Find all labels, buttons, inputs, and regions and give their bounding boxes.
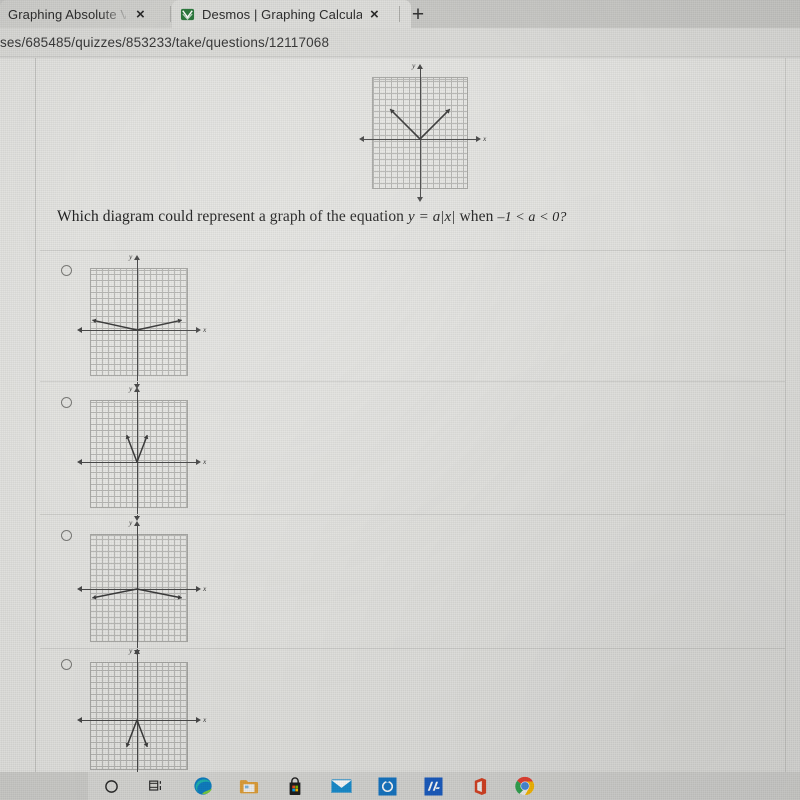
option-divider (40, 514, 785, 515)
close-icon[interactable]: × (136, 7, 145, 22)
file-explorer-icon[interactable] (226, 778, 272, 795)
absolute-value-curve (389, 108, 451, 140)
x-axis-label: x (203, 325, 207, 334)
tab-separator (399, 6, 400, 22)
toolbar-shadow (0, 56, 800, 59)
radio-option-d[interactable] (61, 659, 72, 670)
question-condition: –1 < a < 0? (497, 210, 567, 225)
stimulus-coordinate-graph: xy (359, 61, 486, 202)
stimulus-graph: xy (359, 61, 486, 202)
tab-separator (170, 6, 171, 22)
option-divider (40, 250, 785, 251)
task-view-icon[interactable] (134, 779, 180, 793)
x-axis-label: x (203, 457, 207, 466)
question-middle: when (459, 208, 494, 225)
x-axis-label: x (203, 584, 207, 593)
option-divider (40, 381, 785, 382)
quiz-page: xy Which diagram could represent a graph… (0, 58, 800, 772)
option-a-graph: xy (77, 252, 206, 389)
url-text: ses/685485/quizzes/853233/take/questions… (0, 34, 330, 50)
absolute-value-curve (125, 719, 149, 748)
blue-m-app-icon[interactable] (410, 776, 456, 796)
option-d[interactable]: xy (77, 646, 206, 772)
question-text: Which diagram could represent a graph of… (57, 208, 677, 226)
microsoft-store-icon[interactable] (272, 776, 318, 796)
search-icon[interactable] (88, 779, 134, 794)
question-equation: y = a|x| (408, 209, 456, 225)
new-tab-button[interactable]: + (405, 1, 431, 27)
option-divider (40, 648, 785, 649)
browser-tab-strip: Graphing Absolute Value F × Desmos | Gra… (0, 0, 800, 28)
option-d-graph: xy (77, 646, 206, 772)
browser-tab-title: Graphing Absolute Value F (8, 6, 126, 22)
mail-icon[interactable] (318, 778, 364, 794)
close-icon[interactable]: × (370, 7, 379, 22)
browser-tab-graphing-absolute-value[interactable]: Graphing Absolute Value F × (0, 0, 182, 28)
x-axis-label: x (483, 134, 487, 143)
windows-taskbar (88, 772, 800, 800)
option-a[interactable]: xy (77, 252, 206, 389)
desmos-icon (180, 8, 195, 20)
option-b-graph: xy (77, 384, 206, 521)
screen-photo: Graphing Absolute Value F × Desmos | Gra… (0, 0, 800, 800)
absolute-value-curve (92, 318, 182, 331)
content-right-border (785, 58, 786, 772)
option-c-graph: xy (77, 518, 206, 655)
option-c[interactable]: xy (77, 518, 206, 655)
radio-option-a[interactable] (61, 265, 72, 276)
address-bar[interactable]: ses/685485/quizzes/853233/take/questions… (0, 28, 800, 56)
question-lead: Which diagram could represent a graph of… (57, 208, 405, 225)
radio-option-b[interactable] (61, 397, 72, 408)
google-chrome-icon[interactable] (502, 776, 548, 796)
x-axis-label: x (203, 715, 207, 724)
absolute-value-curve (125, 434, 149, 463)
option-b[interactable]: xy (77, 384, 206, 521)
content-left-border (35, 58, 36, 772)
microsoft-office-icon[interactable] (456, 777, 502, 796)
taskbar-left-gap (0, 772, 88, 800)
microsoft-edge-icon[interactable] (180, 776, 226, 796)
absolute-value-curve (92, 588, 182, 600)
browser-tab-title: Desmos | Graphing Calculator (202, 6, 362, 22)
blue-app-icon[interactable] (364, 776, 410, 796)
radio-option-c[interactable] (61, 530, 72, 541)
browser-tab-desmos[interactable]: Desmos | Graphing Calculator × (172, 0, 411, 28)
